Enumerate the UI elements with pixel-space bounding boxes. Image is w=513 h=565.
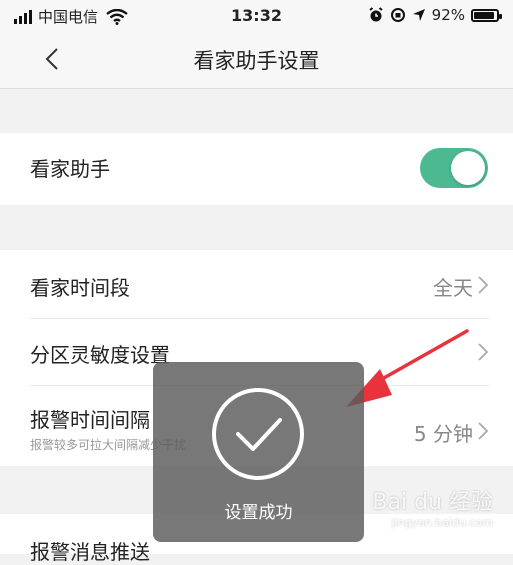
- nav-bar: 看家助手设置: [0, 32, 513, 89]
- watermark-url: jingyan.baidu.com: [391, 516, 493, 529]
- assistant-label: 看家助手: [30, 157, 110, 181]
- time-period-value: 全天: [433, 276, 473, 300]
- battery-percent: 92%: [431, 6, 465, 24]
- push-label: 报警消息推送: [30, 540, 150, 564]
- chevron-right-icon: [478, 276, 489, 294]
- watermark: Bai du 经验 jingyan.baidu.com: [372, 484, 493, 529]
- alarm-interval-label: 报警时间间隔: [30, 408, 150, 432]
- chevron-right-icon: [478, 343, 489, 361]
- check-circle-icon: [212, 388, 304, 480]
- page-title: 看家助手设置: [193, 49, 320, 73]
- zone-sensitivity-label: 分区灵敏度设置: [30, 343, 170, 367]
- success-toast: 设置成功: [153, 362, 364, 542]
- toast-message: 设置成功: [224, 503, 293, 523]
- chevron-right-icon: [478, 422, 489, 440]
- time-period-label: 看家时间段: [30, 276, 130, 300]
- setting-row-time-period[interactable]: 看家时间段 全天: [0, 250, 513, 318]
- assistant-toggle[interactable]: [420, 148, 488, 188]
- battery-icon: [471, 8, 502, 22]
- location-icon: [412, 9, 425, 21]
- alarm-clock-icon: [369, 7, 383, 22]
- status-right: 92%: [368, 6, 502, 24]
- toggle-knob: [451, 151, 485, 185]
- alarm-interval-value: 5 分钟: [413, 422, 473, 446]
- watermark-brand: Bai du 经验: [372, 490, 493, 515]
- status-bar: 中国电信 13:32 92%: [0, 0, 513, 32]
- rotation-lock-icon: [390, 8, 405, 22]
